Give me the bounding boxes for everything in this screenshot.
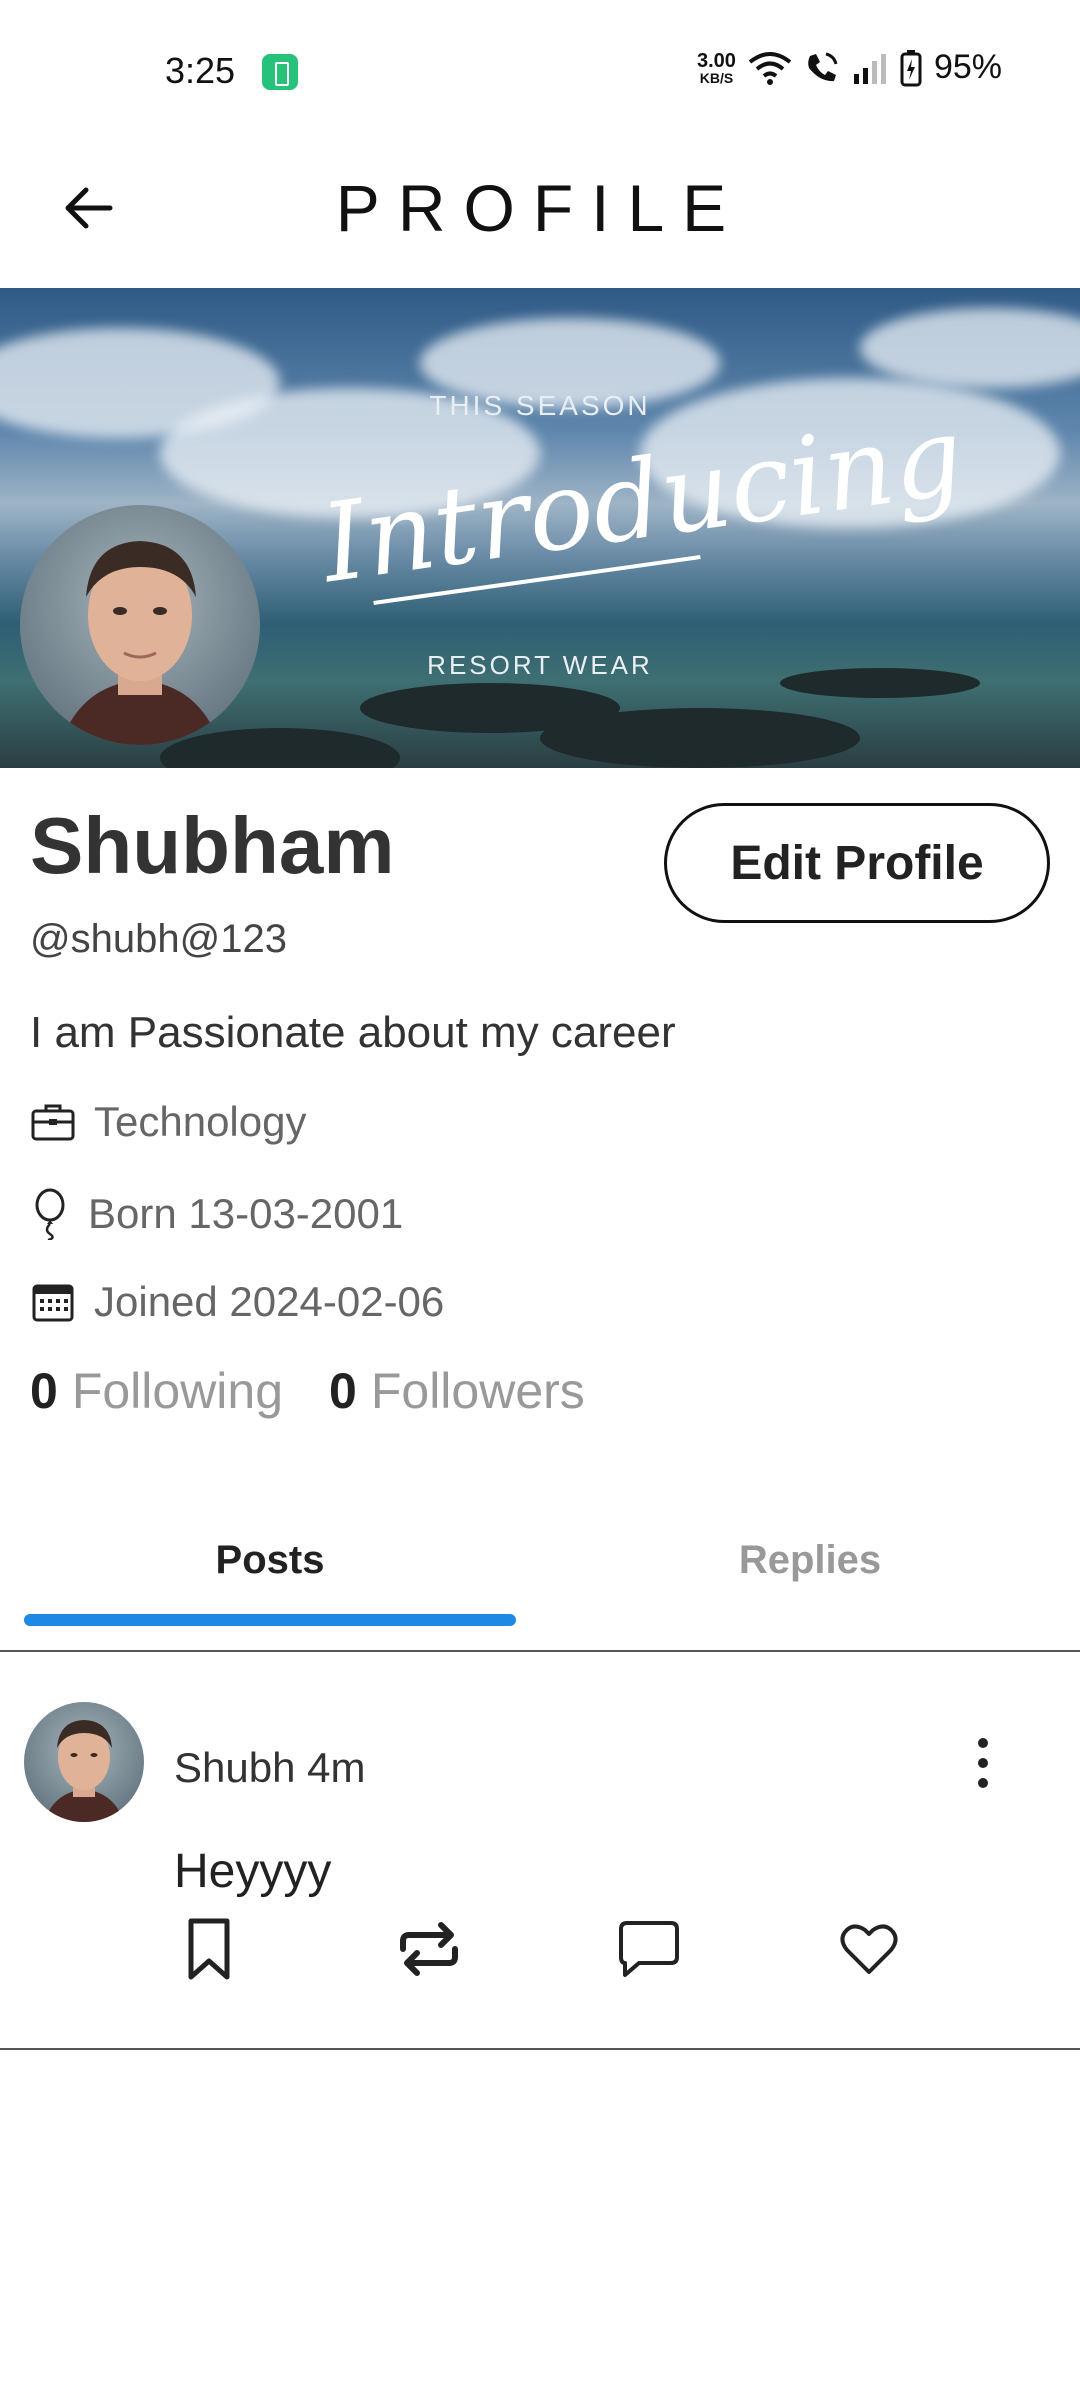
followers-label: Followers: [370, 1363, 585, 1419]
comment-icon: [617, 1919, 681, 1984]
app-header: PROFILE: [0, 140, 1080, 288]
signal-icon: [852, 52, 888, 84]
post-author-avatar[interactable]: [24, 1702, 144, 1822]
repost-icon: [397, 1921, 461, 1982]
profile-handle: @shubh@123: [30, 917, 287, 961]
joined-text: Joined 2024-02-06: [94, 1278, 445, 1325]
wifi-calling-icon: [804, 50, 840, 86]
followers-count: 0: [329, 1363, 357, 1419]
comment-button[interactable]: [614, 1916, 684, 1986]
status-time: 3:25: [165, 50, 236, 91]
occupation-text: Technology: [94, 1098, 307, 1145]
battery-percent: 95%: [933, 48, 1002, 86]
status-bar: 3:25 3.00 KB/S 95%: [0, 0, 1080, 140]
post-item[interactable]: Shubh 4m Heyyyy: [0, 1652, 1080, 2050]
followers-stat[interactable]: 0 Followers: [329, 1362, 585, 1420]
battery-icon: [900, 49, 922, 87]
status-indicators: 3.00 KB/S 95%: [697, 48, 1002, 87]
profile-occupation: Technology: [30, 1098, 306, 1146]
more-vertical-icon: [975, 1737, 991, 1794]
battery-saver-icon: [262, 54, 298, 90]
edit-profile-button[interactable]: Edit Profile: [664, 803, 1050, 923]
like-button[interactable]: [834, 1916, 904, 1986]
post-author-time: Shubh 4m: [174, 1744, 366, 1791]
following-count: 0: [30, 1363, 58, 1419]
birthdate-text: Born 13-03-2001: [88, 1190, 404, 1237]
profile-avatar[interactable]: [20, 505, 260, 745]
wifi-icon: [748, 50, 792, 86]
post-divider: [0, 2048, 1080, 2050]
following-label: Following: [71, 1363, 284, 1419]
tab-replies[interactable]: Replies: [540, 1490, 1080, 1630]
post-text: Heyyyy: [174, 1845, 332, 1898]
following-stat[interactable]: 0 Following: [30, 1362, 283, 1420]
profile-tabs: Posts Replies: [0, 1490, 1080, 1650]
briefcase-icon: [30, 1102, 76, 1142]
calendar-icon: [30, 1281, 76, 1323]
bookmark-icon: [185, 1917, 233, 1986]
follow-stats: 0 Following 0 Followers: [30, 1362, 631, 1420]
post-actions: [174, 1916, 934, 1996]
profile-joined: Joined 2024-02-06: [30, 1278, 444, 1326]
profile-name: Shubham: [30, 801, 395, 890]
tab-posts[interactable]: Posts: [0, 1490, 540, 1630]
network-speed: 3.00 KB/S: [697, 51, 736, 85]
page-title: PROFILE: [335, 171, 745, 245]
network-speed-unit: KB/S: [699, 69, 734, 86]
profile-birthdate: Born 13-03-2001: [30, 1188, 403, 1240]
active-tab-indicator: [24, 1614, 516, 1626]
post-more-button[interactable]: [950, 1732, 1016, 1798]
bookmark-button[interactable]: [174, 1916, 244, 1986]
network-speed-value: 3.00: [697, 49, 736, 72]
profile-bio: I am Passionate about my career: [30, 1008, 676, 1057]
repost-button[interactable]: [394, 1916, 464, 1986]
balloon-icon: [30, 1188, 70, 1240]
heart-icon: [839, 1922, 899, 1981]
